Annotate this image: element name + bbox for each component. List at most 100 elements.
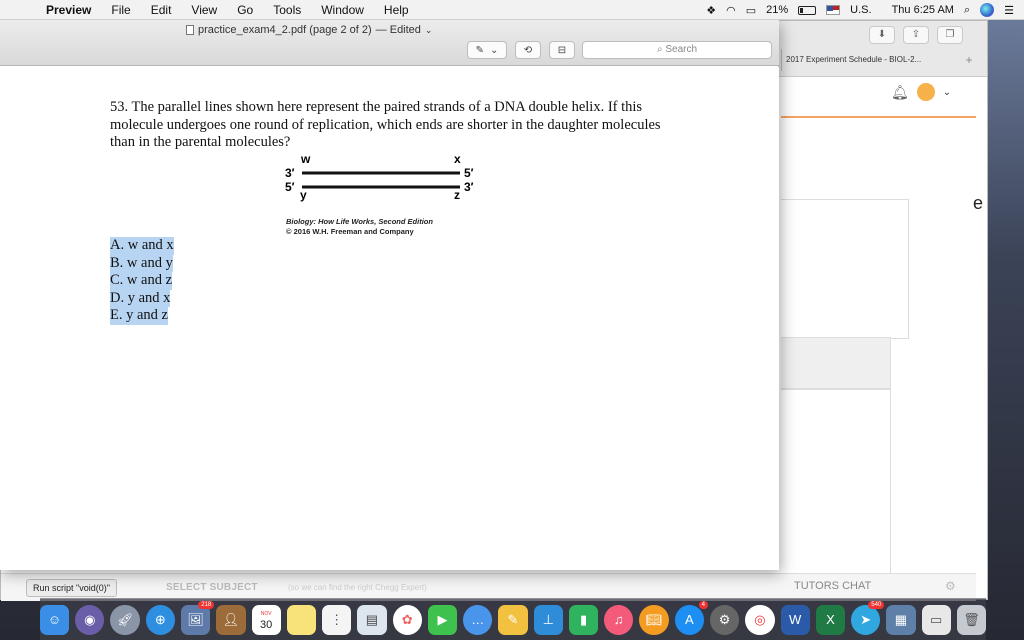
input-source[interactable]: U.S. xyxy=(850,4,871,16)
edited-status: — Edited xyxy=(375,24,421,36)
contacts-icon[interactable]: 👤︎ xyxy=(216,604,246,635)
menu-view[interactable]: View xyxy=(181,3,227,17)
menu-help[interactable]: Help xyxy=(374,3,419,17)
itunes-icon[interactable]: ♫ xyxy=(604,604,634,635)
menu-app[interactable]: Preview xyxy=(36,3,101,17)
siri-dock-icon[interactable]: ◉ xyxy=(75,604,105,635)
chrome-icon[interactable]: ◎ xyxy=(745,604,775,635)
answer-d: D. y and x xyxy=(110,289,171,307)
dna-diagram: w x y z 3′ 5′ 5′ 3′ xyxy=(285,154,474,202)
menu-bar: Preview File Edit View Go Tools Window H… xyxy=(0,0,1024,20)
notification-center-icon[interactable]: ☰ xyxy=(1004,4,1014,17)
wifi-icon[interactable]: ◠ xyxy=(726,4,736,17)
toolbox-button[interactable]: ⊟ xyxy=(549,41,575,59)
chevron-down-icon[interactable]: ⌄ xyxy=(943,87,951,98)
panel xyxy=(781,199,909,339)
toolbox-icon: ⊟ xyxy=(557,44,567,56)
preview-titlebar: practice_exam4_2.pdf (page 2 of 2) — Edi… xyxy=(0,20,779,66)
select-subject-button[interactable]: SELECT SUBJECT xyxy=(166,582,258,593)
messages-icon[interactable]: … xyxy=(463,604,493,635)
search-placeholder: Search xyxy=(665,44,698,55)
preview-window: practice_exam4_2.pdf (page 2 of 2) — Edi… xyxy=(0,20,779,570)
notes-icon[interactable] xyxy=(286,604,317,635)
share-icon[interactable]: ⇪ xyxy=(903,26,929,44)
menu-go[interactable]: Go xyxy=(227,3,263,17)
rotate-icon: ⟲ xyxy=(523,44,533,56)
label-w: w xyxy=(300,154,311,166)
reminders-icon[interactable]: ⋮ xyxy=(322,604,352,635)
flag-icon[interactable] xyxy=(826,5,841,15)
select-subject-hint: (so we can find the right Chegg Expert) xyxy=(288,583,427,592)
spotlight-search-icon[interactable]: ⌕ xyxy=(964,4,970,17)
menu-edit[interactable]: Edit xyxy=(141,3,182,17)
bell-icon[interactable]: 🔔︎ xyxy=(891,84,909,101)
credit-title: Biology: How Life Works, Second Edition xyxy=(286,217,433,226)
header-underline xyxy=(781,116,976,118)
menu-window[interactable]: Window xyxy=(311,3,374,17)
telegram-icon[interactable]: ➤ 540 xyxy=(851,600,885,635)
safari-icon[interactable]: ⊕ xyxy=(145,604,175,635)
label-right-top: 5′ xyxy=(464,166,474,180)
keynote-icon[interactable]: ⊥ xyxy=(533,604,563,635)
finder-icon[interactable]: ☺ xyxy=(39,604,70,635)
figure-credit: Biology: How Life Works, Second Edition … xyxy=(286,217,433,237)
chevron-down-icon[interactable]: ⌄ xyxy=(425,25,433,36)
image-capture-icon[interactable]: ▦ xyxy=(886,604,916,635)
trash-icon[interactable]: 🗑︎ xyxy=(956,604,987,635)
status-bar: Run script "void(0)" xyxy=(26,579,117,597)
app-store-icon[interactable]: A4 xyxy=(674,600,708,635)
label-x: x xyxy=(454,154,461,166)
rotate-button[interactable]: ⟲ xyxy=(515,41,541,59)
document-name: practice_exam4_2.pdf (page 2 of 2) xyxy=(198,24,372,36)
launchpad-icon[interactable]: 🚀︎ xyxy=(110,604,140,635)
preview-icon[interactable]: ▤ xyxy=(357,604,387,635)
facetime-icon[interactable]: ▶ xyxy=(427,604,458,635)
clock[interactable]: Thu 6:25 AM xyxy=(892,4,954,16)
label-z: z xyxy=(454,188,460,202)
document-title[interactable]: practice_exam4_2.pdf (page 2 of 2) — Edi… xyxy=(186,24,432,36)
chevron-down-icon: ⌄ xyxy=(490,44,499,56)
photos-icon[interactable]: ✿ xyxy=(392,604,422,635)
new-tab-button[interactable]: + xyxy=(959,50,979,70)
partial-text: e xyxy=(973,193,984,213)
pen-icon: ✎ xyxy=(475,44,484,56)
numbers-icon[interactable]: ▮ xyxy=(568,604,599,635)
airplay-icon[interactable]: ▭ xyxy=(746,4,756,17)
gear-icon[interactable]: ⚙ xyxy=(945,579,956,593)
tutors-chat-button[interactable]: TUTORS CHAT xyxy=(794,580,871,592)
markup-button[interactable]: ✎ ⌄ xyxy=(467,41,507,59)
avatar[interactable] xyxy=(916,83,935,101)
excel-icon[interactable]: X xyxy=(815,604,846,635)
browser-tab[interactable]: 2017 Experiment Schedule - BIOL-2... xyxy=(781,49,971,71)
question-text: 53. The parallel lines shown here repres… xyxy=(110,99,661,150)
answer-choices: A. w and x B. w and y C. w and z D. y an… xyxy=(110,237,174,325)
answer-a: A. w and x xyxy=(110,237,174,255)
ibooks-icon[interactable]: 📖︎ xyxy=(639,604,669,635)
calendar-icon[interactable]: NOV 30 xyxy=(251,604,281,635)
dropbox-icon[interactable]: ❖ xyxy=(706,4,716,17)
search-input[interactable]: ⌕ Search xyxy=(582,41,772,59)
label-y: y xyxy=(300,188,307,202)
minimized-window-icon[interactable]: ▭ xyxy=(921,604,951,635)
tabs-icon[interactable]: ❐ xyxy=(937,26,963,44)
pages-icon[interactable]: ✎ xyxy=(498,604,528,635)
download-icon[interactable]: ⬇ xyxy=(869,26,895,44)
photos-app-icon[interactable]: 🖼︎ 218 xyxy=(180,600,215,635)
answer-e: E. y and z xyxy=(110,307,168,325)
label-left-bottom: 5′ xyxy=(285,180,295,194)
word-icon[interactable]: W xyxy=(780,604,810,635)
battery-percent[interactable]: 21% xyxy=(766,4,788,16)
photos-badge: 218 xyxy=(198,600,215,609)
answer-b: B. w and y xyxy=(110,254,173,272)
app-store-badge: 4 xyxy=(698,600,708,609)
account-area: 🔔︎ ⌄ xyxy=(891,83,951,101)
answer-c: C. w and z xyxy=(110,272,173,290)
menu-tools[interactable]: Tools xyxy=(263,3,311,17)
siri-icon[interactable] xyxy=(980,3,995,17)
chegg-bottom-bar: SELECT SUBJECT (so we can find the right… xyxy=(1,573,976,601)
battery-icon[interactable] xyxy=(798,5,817,15)
system-preferences-icon[interactable]: ⚙ xyxy=(709,604,740,635)
menu-file[interactable]: File xyxy=(101,3,140,17)
calendar-month: NOV xyxy=(260,610,272,617)
dock: ☺ ◉ 🚀︎ ⊕ 🖼︎ 218 👤︎ NOV 30 ⋮ ▤ ✿ ▶ … ✎ ⊥ ▮… xyxy=(39,598,987,640)
